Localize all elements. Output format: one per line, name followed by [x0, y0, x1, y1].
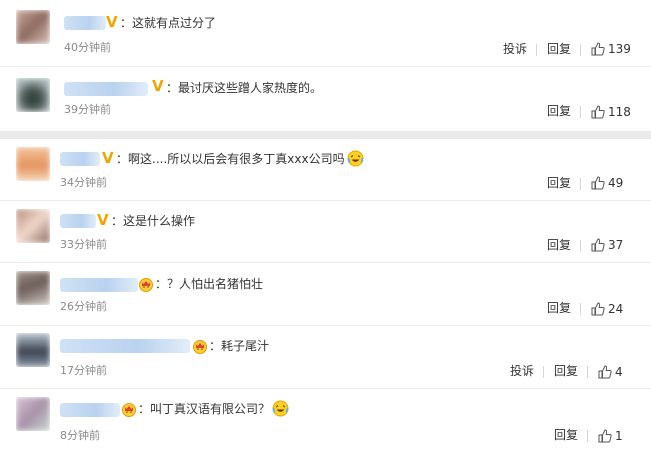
like-button[interactable]: 4: [598, 364, 623, 380]
like-count: 118: [608, 105, 631, 119]
comment-text: ：耗子尾汁: [209, 339, 270, 353]
username-blurred[interactable]: [60, 152, 100, 166]
username-blurred[interactable]: [60, 278, 138, 292]
divider: [587, 366, 588, 378]
laughing-crying-emoji: [347, 150, 364, 167]
crown-badge-icon: [122, 403, 136, 417]
reply-button[interactable]: 回复: [547, 300, 571, 316]
like-button[interactable]: 37: [591, 237, 623, 253]
avatar[interactable]: [16, 397, 50, 431]
comment-item: V ：啊这....所以以后会有很多丁真xxx公司吗 34分钟前 回复 49: [0, 139, 651, 201]
comment-item: V ：这就有点过分了 40分钟前 投诉 回复 139: [0, 4, 651, 66]
comment-time: 39分钟前: [64, 103, 111, 116]
divider: [543, 366, 544, 378]
comment-item: V ：这是什么操作 33分钟前 回复 37: [0, 201, 651, 263]
like-count: 24: [608, 302, 624, 316]
like-button[interactable]: 1: [598, 428, 623, 444]
avatar[interactable]: [16, 78, 50, 112]
reply-button[interactable]: 回复: [547, 103, 571, 119]
crown-badge-icon: [139, 278, 153, 292]
comment-time: 34分钟前: [60, 176, 107, 189]
username-blurred[interactable]: [64, 16, 106, 30]
divider: [580, 44, 581, 56]
thumbs-up-icon: [591, 42, 605, 56]
report-button[interactable]: 投诉: [510, 363, 534, 379]
comment-item: ：？人怕出名猪怕壮 26分钟前 回复 24: [0, 263, 651, 325]
like-button[interactable]: 49: [591, 175, 623, 191]
username-blurred[interactable]: [64, 82, 148, 96]
avatar[interactable]: [16, 209, 50, 243]
like-button[interactable]: 139: [591, 41, 631, 57]
divider: [580, 106, 581, 118]
comment-time: 40分钟前: [64, 41, 111, 54]
thumbs-up-icon: [591, 176, 605, 190]
like-count: 4: [615, 365, 623, 379]
comment-panel-top: V ：这就有点过分了 40分钟前 投诉 回复 139 V ：最讨厌这些蹭人家热度…: [0, 0, 651, 131]
comment-item: V ：最讨厌这些蹭人家热度的。 39分钟前 回复 118: [0, 66, 651, 128]
reply-button[interactable]: 回复: [547, 175, 571, 191]
thumbs-up-icon: [591, 238, 605, 252]
username-blurred[interactable]: [60, 339, 190, 353]
reply-button[interactable]: 回复: [547, 41, 571, 57]
comment-text: ：这是什么操作: [111, 214, 196, 228]
like-count: 37: [608, 238, 624, 252]
laughing-crying-emoji: [272, 400, 289, 417]
comment-panel-bottom: V ：啊这....所以以后会有很多丁真xxx公司吗 34分钟前 回复 49 V …: [0, 138, 651, 454]
comment-text: ：？人怕出名猪怕壮: [155, 277, 264, 291]
username-blurred[interactable]: [60, 214, 96, 228]
like-count: 1: [615, 429, 623, 443]
comment-time: 26分钟前: [60, 300, 107, 313]
v-badge-icon: V: [97, 211, 109, 229]
avatar[interactable]: [16, 10, 50, 44]
thumbs-up-icon: [598, 429, 612, 443]
v-badge-icon: V: [152, 77, 164, 95]
v-badge-icon: V: [102, 149, 114, 167]
reply-button[interactable]: 回复: [554, 363, 578, 379]
comment-item: ：耗子尾汁 17分钟前 投诉 回复 4: [0, 326, 651, 388]
avatar[interactable]: [16, 271, 50, 305]
comment-time: 33分钟前: [60, 238, 107, 251]
thumbs-up-icon: [591, 105, 605, 119]
username-blurred[interactable]: [60, 403, 120, 417]
comment-text: ：这就有点过分了: [120, 16, 217, 30]
reply-button[interactable]: 回复: [547, 237, 571, 253]
thumbs-up-icon: [591, 302, 605, 316]
avatar[interactable]: [16, 147, 50, 181]
divider: [587, 430, 588, 442]
like-count: 49: [608, 176, 624, 190]
reply-button[interactable]: 回复: [554, 427, 578, 443]
like-count: 139: [608, 42, 631, 56]
comment-time: 17分钟前: [60, 364, 107, 377]
divider: [536, 44, 537, 56]
thumbs-up-icon: [598, 365, 612, 379]
crown-badge-icon: [193, 340, 207, 354]
comment-item: ：叫丁真汉语有限公司？ 8分钟前 回复 1: [0, 389, 651, 451]
comment-text: ：啊这....所以以后会有很多丁真xxx公司吗: [116, 150, 364, 168]
comment-text: ：叫丁真汉语有限公司？: [138, 400, 289, 418]
report-button[interactable]: 投诉: [503, 41, 527, 57]
like-button[interactable]: 118: [591, 104, 631, 120]
divider: [580, 303, 581, 315]
avatar[interactable]: [16, 333, 50, 367]
divider: [580, 178, 581, 190]
v-badge-icon: V: [106, 13, 118, 31]
like-button[interactable]: 24: [591, 301, 623, 317]
comment-time: 8分钟前: [60, 429, 100, 442]
divider: [580, 240, 581, 252]
comment-text: ：最讨厌这些蹭人家热度的。: [166, 81, 323, 95]
